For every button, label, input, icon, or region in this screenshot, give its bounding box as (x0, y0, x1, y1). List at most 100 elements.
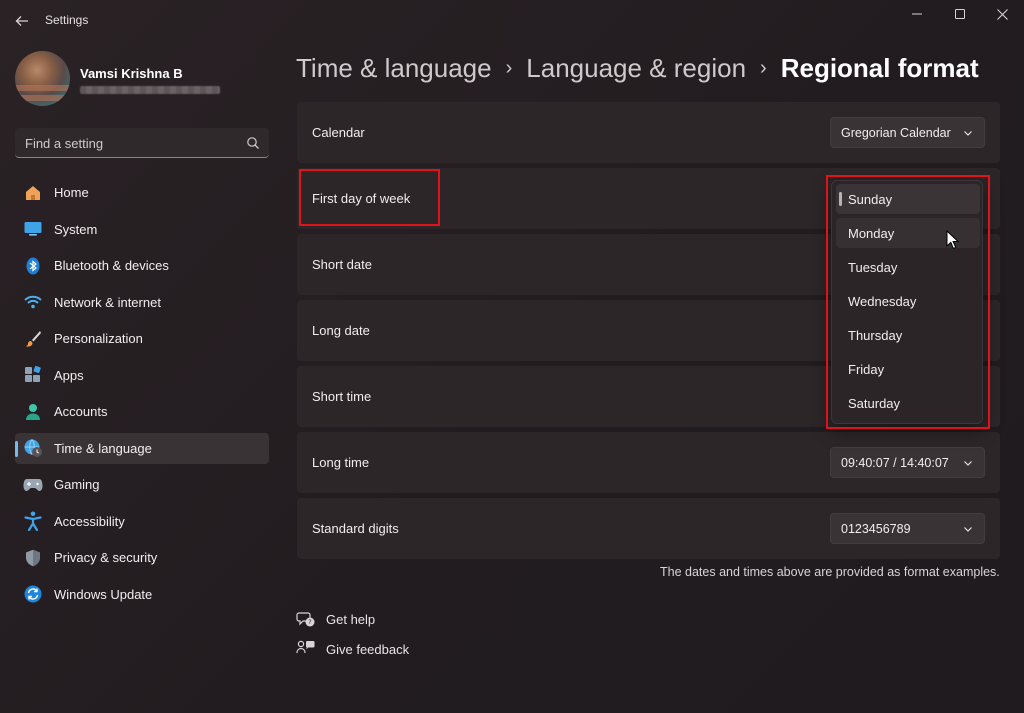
setting-label: Long date (312, 323, 370, 338)
sidebar-item-label: Gaming (54, 477, 100, 492)
avatar[interactable] (15, 51, 70, 106)
option-label: Friday (848, 362, 885, 377)
option-thursday[interactable]: Thursday (836, 320, 980, 350)
link-label: Give feedback (326, 641, 410, 657)
setting-row-long-time: Long time 09:40:07 / 14:40:07 (297, 432, 1000, 493)
sidebar-item-label: Accounts (54, 404, 108, 419)
sidebar-item-apps[interactable]: Apps (15, 360, 269, 391)
sidebar-nav: Home System Bluetooth & devices Network … (15, 177, 269, 615)
user-name: Vamsi Krishna B (80, 66, 183, 81)
sidebar-item-label: Bluetooth & devices (54, 258, 169, 273)
sidebar-item-label: Accessibility (54, 513, 125, 529)
setting-row-standard-digits: Standard digits 0123456789 (297, 498, 1000, 559)
chevron-down-icon (964, 527, 972, 532)
sidebar-item-personalization[interactable]: Personalization (15, 323, 269, 354)
sidebar-item-system[interactable]: System (15, 214, 269, 245)
option-label: Saturday (848, 396, 901, 411)
title-bar: Settings (0, 0, 1024, 42)
breadcrumb: Time & language › Language & region › Re… (296, 50, 979, 86)
sync-icon (22, 583, 44, 605)
option-saturday[interactable]: Saturday (836, 388, 980, 418)
help-chat-icon: ? (296, 612, 315, 627)
setting-label: Long time (312, 455, 370, 470)
option-label: Thursday (848, 328, 903, 343)
dropdown-value: 09:40:07 / 14:40:07 (841, 456, 949, 470)
setting-label: Short time (312, 389, 372, 404)
sidebar-item-windows-update[interactable]: Windows Update (15, 579, 269, 610)
feedback-icon (296, 640, 315, 654)
sidebar-item-label: Time & language (54, 440, 152, 456)
sidebar-item-home[interactable]: Home (15, 177, 269, 208)
setting-label: Short date (312, 257, 372, 272)
standard-digits-dropdown[interactable]: 0123456789 (830, 513, 985, 544)
sidebar-item-accounts[interactable]: Accounts (15, 396, 269, 427)
link-label: Get help (326, 611, 376, 627)
dropdown-value: Gregorian Calendar (841, 126, 951, 140)
maximize-button[interactable] (939, 0, 981, 28)
search-input[interactable]: Find a setting (25, 136, 103, 151)
option-label: Wednesday (848, 294, 917, 309)
minimize-icon (912, 13, 922, 15)
breadcrumb-time-language[interactable]: Time & language (296, 53, 492, 84)
setting-label: Calendar (312, 125, 365, 140)
user-email-redacted (80, 86, 220, 94)
sidebar-item-label: Network & internet (54, 294, 161, 310)
first-day-of-week-dropdown-list: Sunday Monday Tuesday Wednesday Thursday… (831, 180, 983, 424)
shield-icon (22, 547, 44, 569)
dropdown-value: 0123456789 (841, 522, 911, 536)
option-tuesday[interactable]: Tuesday (836, 252, 980, 282)
search-box[interactable]: Find a setting (15, 128, 269, 158)
sidebar-item-label: Apps (54, 367, 84, 383)
give-feedback-link[interactable]: Give feedback (296, 639, 409, 659)
sidebar-item-label: Windows Update (54, 586, 153, 602)
paintbrush-icon (22, 328, 44, 350)
option-label: Sunday (848, 192, 893, 207)
minimize-button[interactable] (896, 0, 938, 28)
person-icon (22, 401, 44, 423)
calendar-dropdown[interactable]: Gregorian Calendar (830, 117, 985, 148)
chevron-right-icon: › (760, 56, 767, 79)
chevron-down-icon (964, 131, 972, 136)
option-label: Tuesday (848, 260, 898, 275)
breadcrumb-language-region[interactable]: Language & region (526, 53, 746, 84)
arrow-left-icon (15, 16, 28, 26)
maximize-icon (955, 9, 965, 19)
setting-label: First day of week (312, 191, 411, 206)
monitor-icon (22, 218, 44, 240)
setting-label: Standard digits (312, 521, 399, 536)
sidebar-item-label: System (54, 221, 98, 237)
sidebar-item-gaming[interactable]: Gaming (15, 469, 269, 500)
sidebar-item-network[interactable]: Network & internet (15, 287, 269, 318)
option-sunday[interactable]: Sunday (836, 184, 980, 214)
close-button[interactable] (981, 0, 1023, 28)
get-help-link[interactable]: ? Get help (296, 609, 375, 629)
sidebar-item-label: Personalization (54, 331, 143, 346)
gamepad-icon (22, 474, 44, 496)
option-friday[interactable]: Friday (836, 354, 980, 384)
back-button[interactable] (8, 8, 36, 34)
app-title: Settings (45, 13, 89, 27)
search-icon (247, 137, 259, 149)
globe-clock-icon (22, 437, 44, 459)
svg-text:?: ? (308, 618, 311, 626)
sidebar-item-privacy[interactable]: Privacy & security (15, 542, 269, 573)
selection-indicator (839, 192, 842, 206)
sidebar-item-label: Privacy & security (54, 550, 158, 565)
sidebar-item-label: Home (54, 185, 89, 200)
mouse-cursor-icon (946, 230, 960, 250)
home-icon (22, 182, 44, 204)
wifi-icon (22, 291, 44, 313)
sidebar-item-accessibility[interactable]: Accessibility (15, 506, 269, 537)
long-time-dropdown[interactable]: 09:40:07 / 14:40:07 (830, 447, 985, 478)
format-examples-note: The dates and times above are provided a… (660, 565, 1000, 579)
bluetooth-icon (22, 255, 44, 277)
sidebar-item-time-language[interactable]: Time & language (15, 432, 269, 464)
chevron-right-icon: › (505, 56, 513, 79)
option-wednesday[interactable]: Wednesday (836, 286, 980, 316)
page-title: Regional format (780, 52, 979, 83)
apps-icon (22, 364, 44, 386)
active-indicator (15, 440, 18, 457)
close-icon (996, 8, 1008, 20)
option-label: Monday (848, 226, 895, 241)
sidebar-item-bluetooth[interactable]: Bluetooth & devices (15, 250, 269, 281)
